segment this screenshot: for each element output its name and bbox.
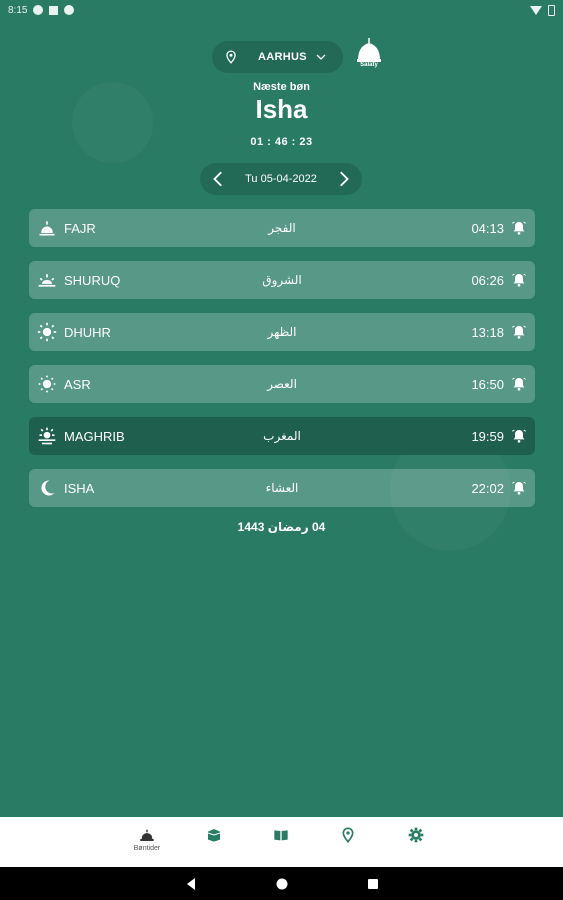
current-date: Tu 05-04-2022	[245, 173, 317, 185]
prayer-time: 19:59	[471, 428, 504, 444]
quran-icon	[274, 830, 288, 841]
notification-icon	[33, 5, 44, 15]
battery-icon	[548, 4, 555, 16]
recents-button[interactable]	[366, 877, 380, 891]
prayer-time: 16:50	[471, 376, 504, 392]
hijri-date: 04 رمضان 1443	[237, 520, 326, 534]
location-pin-icon	[226, 50, 236, 64]
prayer-row-isha[interactable]: ISHA العشاء 22:02	[29, 469, 535, 507]
location-selector[interactable]: AARHUS	[212, 41, 343, 73]
bottom-navigation: Bøntider	[0, 817, 563, 867]
sunrise-icon	[38, 274, 56, 287]
bell-icon[interactable]	[511, 272, 527, 288]
countdown-timer: 01 : 46 : 23	[250, 136, 313, 148]
bell-icon[interactable]	[511, 376, 527, 392]
nav-prayer-times[interactable]: Bøntider	[127, 827, 167, 859]
date-selector: Tu 05-04-2022	[200, 163, 362, 195]
nav-settings[interactable]	[396, 827, 436, 859]
mosque-icon	[140, 829, 154, 841]
nav-location[interactable]	[328, 827, 368, 859]
chevron-down-icon	[316, 54, 326, 60]
prayer-row-maghrib[interactable]: MAGHRIB المغرب 19:59	[29, 417, 535, 455]
sun-small-icon	[38, 375, 56, 393]
mosque-dome-icon	[357, 38, 381, 62]
prayer-name: SHURUQ	[64, 272, 121, 288]
prayer-name: ASR	[64, 376, 91, 392]
prayer-times-list: FAJR الفجر 04:13 SHURUQ الشروق 06:26 DHU…	[29, 209, 535, 521]
prayer-row-shuruq[interactable]: SHURUQ الشروق 06:26	[29, 261, 535, 299]
status-left: 8:15	[8, 4, 75, 16]
fajr-icon	[39, 221, 55, 236]
next-prayer-name: Isha	[255, 94, 308, 124]
wifi-icon	[530, 5, 542, 15]
location-name: AARHUS	[258, 51, 307, 63]
prayer-name: DHUHR	[64, 324, 111, 340]
sunset-icon	[38, 427, 56, 445]
prayer-name: FAJR	[64, 220, 96, 236]
bell-icon[interactable]	[511, 324, 527, 340]
previous-day-button[interactable]	[210, 170, 228, 188]
salaty-logo: Salaty	[354, 38, 384, 72]
status-time: 8:15	[8, 4, 28, 16]
notification-square-icon	[49, 5, 59, 15]
home-button[interactable]	[275, 877, 289, 891]
notification-round-icon	[64, 5, 75, 15]
prayer-name: ISHA	[64, 480, 95, 496]
kaaba-icon	[207, 829, 221, 842]
prayer-time: 13:18	[471, 324, 504, 340]
status-right	[530, 4, 555, 16]
nav-kaaba[interactable]	[194, 827, 234, 859]
prayer-name: MAGHRIB	[64, 428, 125, 444]
prayer-row-fajr[interactable]: FAJR الفجر 04:13	[29, 209, 535, 247]
location-icon	[342, 827, 354, 843]
bell-icon[interactable]	[511, 428, 527, 444]
system-navigation-bar	[0, 867, 563, 900]
gear-icon	[408, 827, 424, 843]
next-day-button[interactable]	[334, 170, 352, 188]
bell-icon[interactable]	[511, 220, 527, 236]
moon-icon	[41, 480, 55, 496]
status-bar: 8:15	[0, 0, 563, 20]
nav-quran[interactable]	[261, 827, 301, 859]
next-prayer-label: Næste bøn	[253, 81, 310, 93]
prayer-time: 06:26	[471, 272, 504, 288]
prayer-time: 22:02	[471, 480, 504, 496]
sun-icon	[37, 322, 57, 342]
bell-icon[interactable]	[511, 480, 527, 496]
prayer-row-dhuhr[interactable]: DHUHR الظهر 13:18	[29, 313, 535, 351]
back-button[interactable]	[184, 877, 198, 891]
prayer-row-asr[interactable]: ASR العصر 16:50	[29, 365, 535, 403]
nav-label: Bøntider	[133, 845, 161, 852]
prayer-time: 04:13	[471, 220, 504, 236]
brand-name: Salaty	[360, 62, 378, 68]
